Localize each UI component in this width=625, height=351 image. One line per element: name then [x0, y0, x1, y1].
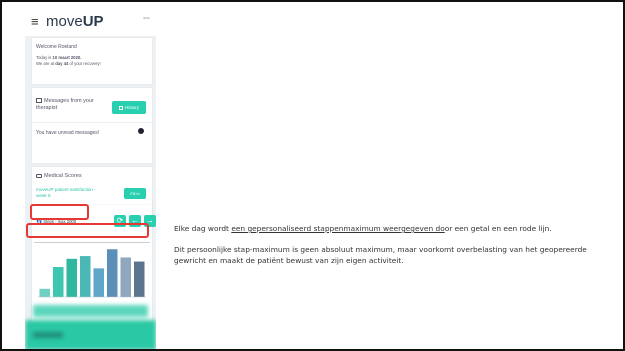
blurred-panel: [33, 305, 148, 317]
bar-day-8: [133, 261, 145, 297]
app-logo: moveUP: [46, 13, 104, 30]
bar-day-3: [66, 258, 78, 297]
bar-day-7: [120, 257, 132, 297]
blurred-bottom-region: [25, 300, 156, 349]
recovery-text: We are at day 44 of your recovery!: [36, 61, 101, 66]
messages-card: Messages from your therapist History You…: [32, 88, 152, 163]
highlight-max-line: [26, 223, 149, 238]
messages-title: Messages from your therapist: [36, 98, 94, 111]
history-icon: [118, 106, 123, 110]
app-topbar: ≡ moveUP ENG: [25, 10, 156, 36]
highlight-steps-label: [30, 204, 89, 220]
folder-icon: [36, 173, 42, 178]
bar-day-2: [52, 267, 64, 297]
bar-day-4: [79, 256, 91, 297]
welcome-greeting: Welcome Roeland: [36, 44, 77, 50]
welcome-card: Welcome Roeland Today is 10 maart 2020. …: [32, 38, 152, 84]
slide-frame: ≡ moveUP ENG Welcome Roeland Today is 10…: [0, 0, 625, 351]
medical-scores-title: Medical Scores: [36, 173, 82, 179]
unread-messages-text: You have unread messages!: [36, 130, 100, 136]
phone-screenshot: ≡ moveUP ENG Welcome Roeland Today is 10…: [25, 10, 156, 349]
today-text: Today is 10 maart 2020.: [36, 55, 82, 60]
description-paragraph-2: Dit persoonlijke stap-maximum is geen ab…: [174, 244, 587, 265]
message-icon: [36, 98, 42, 103]
unread-indicator-icon[interactable]: [138, 128, 144, 134]
menu-icon[interactable]: ≡: [31, 15, 39, 29]
fill-in-button[interactable]: Fill in: [124, 188, 146, 199]
description-paragraph-1: Elke dag wordt een gepersonaliseerd stap…: [174, 224, 552, 233]
survey-link[interactable]: moveUP patient satisfaction - week 6: [36, 187, 104, 199]
history-button[interactable]: History: [112, 101, 146, 114]
language-selector[interactable]: ENG: [143, 16, 150, 20]
bar-day-6: [106, 249, 118, 297]
blurred-button: [33, 332, 63, 338]
divider: [32, 122, 152, 123]
description-text: Elke dag wordt een gepersonaliseerd stap…: [174, 224, 614, 276]
bar-day-1: [39, 288, 51, 297]
bar-day-5: [93, 268, 105, 297]
